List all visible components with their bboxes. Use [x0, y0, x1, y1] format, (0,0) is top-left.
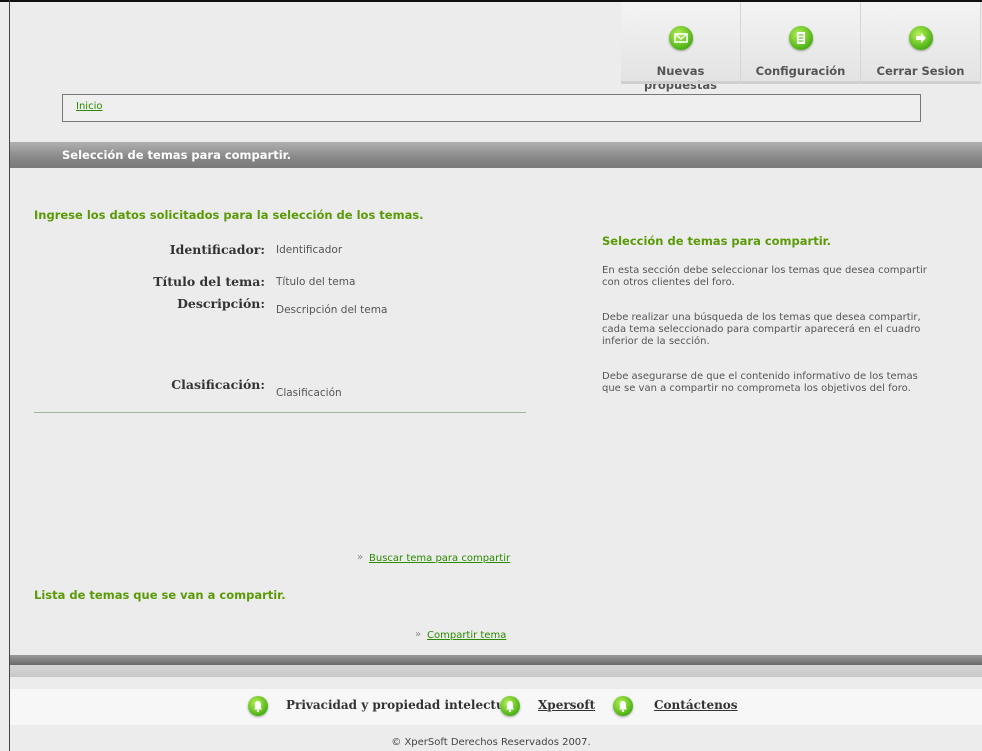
titulo-field[interactable]: Título del tema — [276, 276, 355, 288]
arrow-right-icon — [908, 26, 933, 50]
privacidad-text: Privacidad y propiedad intelectual — [286, 698, 517, 712]
footer-bar-dark — [10, 655, 982, 665]
help-paragraph-1: En esta sección debe seleccionar los tem… — [602, 265, 927, 288]
help-paragraph-2: Debe realizar una búsqueda de los temas … — [602, 312, 921, 347]
envelope-icon — [668, 26, 693, 50]
identificador-label: Identificador: — [169, 242, 265, 257]
nav-underline — [861, 81, 980, 84]
form-instruction: Ingrese los datos solicitados para la se… — [34, 208, 424, 222]
form-divider — [34, 412, 526, 413]
help-paragraph-3: Debe asegurarse de que el contenido info… — [602, 371, 918, 394]
xpersoft-link[interactable]: Xpersoft — [538, 698, 595, 712]
bell-icon — [500, 696, 520, 716]
section-header: Selección de temas para compartir. — [10, 142, 982, 168]
compartir-tema-link[interactable]: Compartir tema — [427, 630, 506, 641]
contactenos-link[interactable]: Contáctenos — [654, 698, 738, 712]
footer-bar-light — [10, 665, 982, 677]
configuracion-button[interactable]: Configuración — [741, 2, 861, 84]
titulo-label: Título del tema: — [153, 274, 265, 289]
breadcrumb: Inicio — [62, 94, 921, 122]
double-arrow-icon: » — [357, 552, 364, 563]
double-arrow-icon: » — [415, 629, 422, 640]
top-navigation: Nuevas propuestas Configuración Cerrar S… — [621, 2, 981, 92]
descripcion-label: Descripción: — [177, 296, 265, 311]
footer-links: Privacidad y propiedad intelectual Xpers… — [10, 689, 982, 725]
help-title: Selección de temas para compartir. — [602, 234, 832, 248]
identificador-field[interactable]: Identificador — [276, 244, 342, 256]
buscar-tema-link[interactable]: Buscar tema para compartir — [369, 553, 510, 564]
section-title: Selección de temas para compartir. — [62, 148, 292, 162]
cerrar-sesion-button[interactable]: Cerrar Sesion — [861, 2, 981, 84]
nav-underline — [621, 81, 740, 84]
descripcion-field[interactable]: Descripción del tema — [276, 304, 387, 316]
clasificacion-label: Clasificación: — [171, 377, 265, 392]
configuracion-label: Configuración — [755, 64, 846, 78]
breadcrumb-inicio-link[interactable]: Inicio — [76, 101, 102, 112]
left-border — [9, 0, 10, 751]
cerrar-sesion-label: Cerrar Sesion — [876, 64, 965, 78]
clasificacion-field[interactable]: Clasificación — [276, 387, 342, 399]
list-title: Lista de temas que se van a compartir. — [34, 588, 286, 602]
bell-icon — [248, 696, 268, 716]
nuevas-propuestas-label: Nuevas propuestas — [644, 64, 717, 92]
copyright: © XperSoft Derechos Reservados 2007. — [391, 737, 591, 748]
document-icon — [788, 26, 813, 50]
nav-underline — [741, 81, 860, 84]
nuevas-propuestas-button[interactable]: Nuevas propuestas — [621, 2, 741, 92]
bell-icon — [613, 696, 633, 716]
